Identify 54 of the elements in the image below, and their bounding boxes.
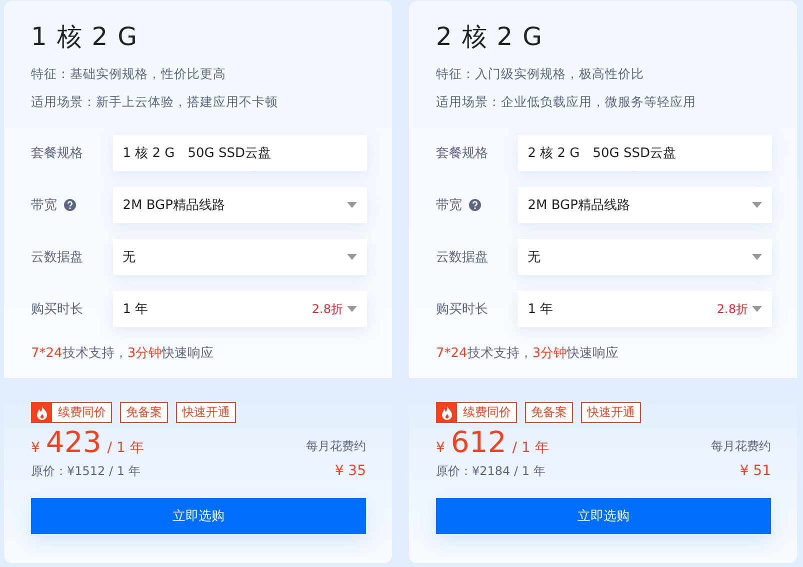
field-label: 套餐规格 [436,145,488,162]
help-icon[interactable] [64,199,76,211]
help-icon[interactable] [469,199,481,211]
buy-button[interactable]: 立即选购 [436,498,771,534]
currency-sign: ¥ [436,440,445,456]
price-period: / 1 年 [512,439,549,457]
tag: 快速开通 [176,402,236,423]
monthly-label: 每月花费约 [306,438,366,455]
field-label: 购买时长 [436,301,488,318]
support-text: 7*24技术支持，3分钟快速响应 [436,345,620,362]
plan-title: 2 核 2 G [436,21,544,53]
price-period: / 1 年 [107,439,144,457]
field-label: 带宽 [31,197,57,214]
dropdown[interactable]: 无 [112,239,367,275]
tag: 免备案 [120,402,168,423]
original-price: 原价：¥1512 / 1 年 [31,463,140,480]
monthly-label: 每月花费约 [711,438,771,455]
field-label: 云数据盘 [436,249,488,266]
discount-text: 2.8折 [716,300,748,318]
feature-text: 特征：基础实例规格，性价比更高 [31,66,227,82]
tag: 续费同价 [31,402,112,423]
feature-text: 特征：入门级实例规格，极高性价比 [436,66,645,82]
price-amount: 612 [450,425,506,459]
caret-icon [752,202,762,208]
caret-icon [752,306,762,312]
field-label: 购买时长 [31,301,83,318]
plan-title: 1 核 2 G [31,21,140,53]
price-amount: 423 [46,425,102,459]
dropdown[interactable]: 1 年 2.8折 [112,291,367,327]
currency-sign: ¥ [31,440,40,456]
buy-button[interactable]: 立即选购 [31,498,366,534]
field-label: 云数据盘 [31,249,83,266]
tag: 续费同价 [436,402,517,423]
monthly-price: ¥ 51 [740,463,771,480]
dropdown[interactable]: 2M BGP精品线路 [112,187,367,223]
dropdown[interactable]: 无 [518,239,772,275]
field-label: 套餐规格 [31,145,83,162]
dropdown[interactable]: 1 年 2.8折 [518,291,772,327]
fire-icon [436,402,457,423]
monthly-price: ¥ 35 [334,463,366,480]
caret-icon [347,254,357,260]
tag: 免备案 [525,402,573,423]
feature-text: 适用场景：新手上云体验，搭建应用不卡顿 [31,94,279,110]
caret-icon [752,254,762,260]
original-price: 原价：¥2184 / 1 年 [436,463,546,480]
tag: 快速开通 [581,402,641,423]
feature-text: 适用场景：企业低负载应用，微服务等轻应用 [436,94,697,110]
dropdown[interactable]: 2M BGP精品线路 [518,187,772,223]
discount-text: 2.8折 [312,300,343,318]
support-text: 7*24技术支持，3分钟快速响应 [31,345,215,362]
caret-icon [347,306,357,312]
fire-icon [31,402,52,423]
caret-icon [347,202,357,208]
field-label: 带宽 [436,197,462,214]
